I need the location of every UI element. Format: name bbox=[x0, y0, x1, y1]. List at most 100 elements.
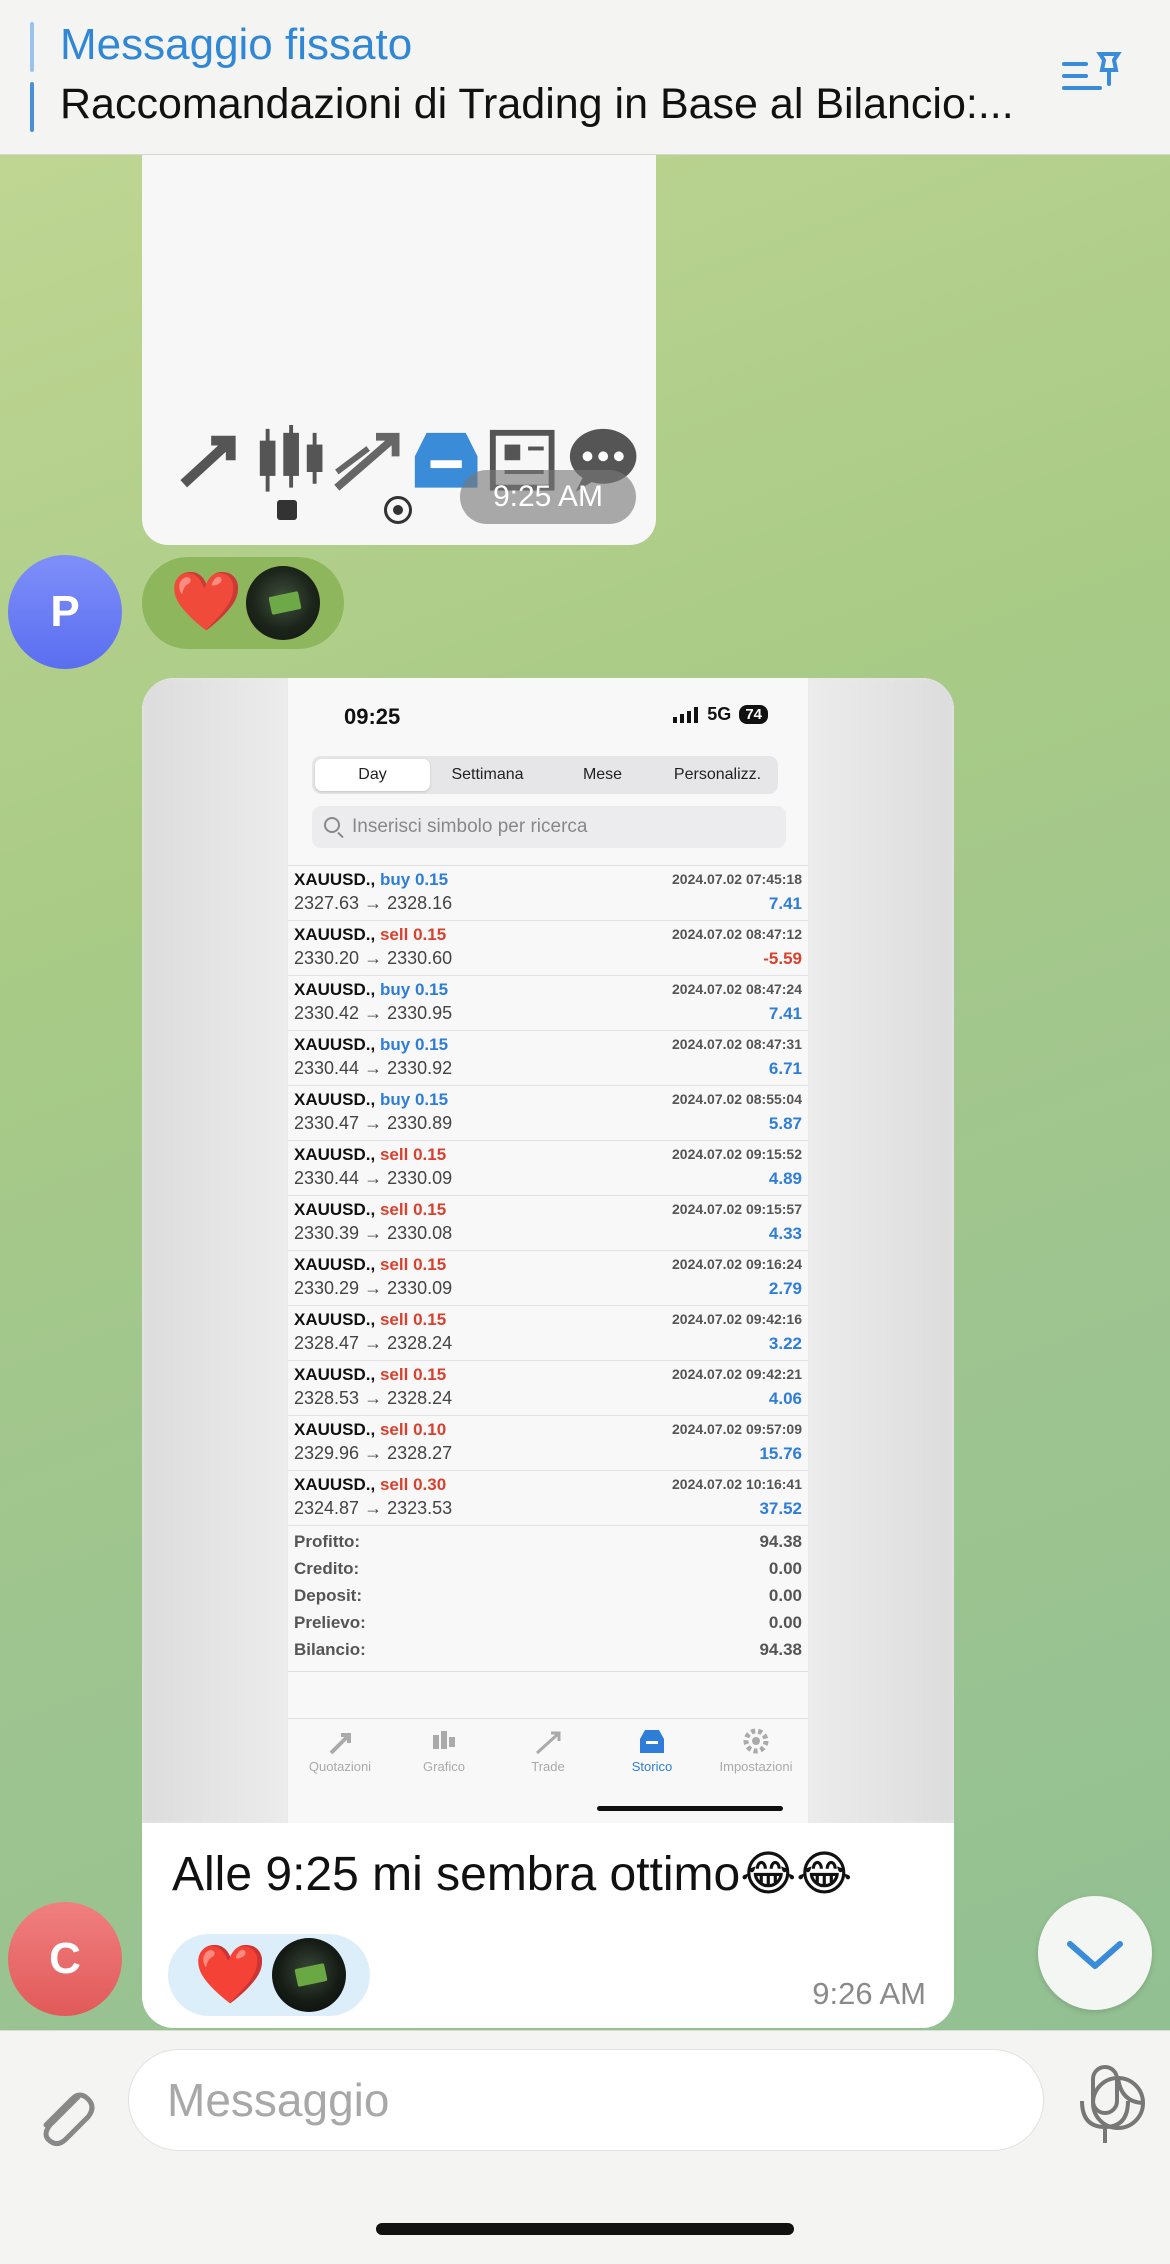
trade-side: sell bbox=[379, 1200, 409, 1219]
pinned-text: Raccomandazioni di Trading in Base al Bi… bbox=[60, 80, 1014, 128]
trade-row: XAUUSD., buy 0.15 2327.63 → 2328.16 2024.0… bbox=[288, 866, 808, 921]
trade-symbol: XAUUSD., buy 0.15 bbox=[294, 980, 449, 999]
tab-label: Quotazioni bbox=[308, 1759, 372, 1774]
trade-volume: 0.15 bbox=[414, 1090, 449, 1109]
image-message[interactable]: 09:25 5G 74 Day Settimana Mese Personali… bbox=[142, 678, 954, 2028]
trade-prices: 2329.96 → 2328.27 bbox=[294, 1443, 453, 1463]
trade-prices: 2330.47 → 2330.89 bbox=[294, 1113, 453, 1133]
trade-side: sell bbox=[379, 1255, 409, 1274]
trade-prices: 2330.39 → 2330.08 bbox=[294, 1223, 453, 1243]
trade-volume: 0.15 bbox=[413, 1365, 447, 1384]
trade-datetime: 2024.07.02 09:15:57 bbox=[672, 1201, 802, 1217]
summary-row: Bilancio: 94.38 bbox=[288, 1638, 808, 1665]
pinned-title: Messaggio fissato bbox=[60, 20, 413, 69]
trade-side: buy bbox=[379, 980, 411, 999]
summary-value: 0.00 bbox=[768, 1613, 802, 1632]
trade-profit: -5.59 bbox=[763, 949, 802, 968]
trade-profit: 6.71 bbox=[768, 1059, 802, 1078]
trade-profit: 3.22 bbox=[768, 1334, 802, 1353]
tab-label: Impostazioni bbox=[719, 1759, 793, 1774]
trade-side: sell bbox=[379, 1475, 409, 1494]
summary-value: 94.38 bbox=[759, 1640, 802, 1659]
search-placeholder: Inserisci simbolo per ricerca bbox=[352, 816, 588, 837]
tab-storico: Storico bbox=[600, 1719, 704, 1798]
blurred-edge-right bbox=[808, 678, 954, 1823]
reaction-pill[interactable]: ❤️ bbox=[168, 1934, 370, 2016]
trade-datetime: 2024.07.02 09:57:09 bbox=[672, 1421, 802, 1437]
segment-month: Mese bbox=[582, 766, 623, 783]
trade-symbol: XAUUSD., sell 0.15 bbox=[294, 1365, 447, 1384]
trade-datetime: 2024.07.02 09:15:52 bbox=[672, 1146, 802, 1162]
message-time: 9:25 AM bbox=[460, 470, 636, 524]
trade-row: XAUUSD., sell 0.30 2324.87 → 2323.53 2024.… bbox=[288, 1471, 808, 1526]
scroll-down-button[interactable] bbox=[1038, 1896, 1152, 2010]
message-input-wrapper[interactable] bbox=[128, 2049, 1145, 2151]
segment-custom: Personalizz. bbox=[673, 766, 762, 783]
avatar[interactable]: P bbox=[8, 555, 122, 669]
microphone-icon[interactable] bbox=[1070, 2061, 1140, 2151]
trade-symbol: XAUUSD., sell 0.15 bbox=[294, 1145, 447, 1164]
pinned-indicator bbox=[30, 22, 34, 72]
chevron-down-icon bbox=[1067, 1941, 1123, 1969]
tab-trade: Trade bbox=[496, 1719, 600, 1798]
composer bbox=[0, 2030, 1170, 2264]
trade-volume: 0.15 bbox=[413, 925, 447, 944]
trade-volume: 0.15 bbox=[413, 1310, 447, 1329]
trade-symbol: XAUUSD., sell 0.10 bbox=[294, 1420, 447, 1439]
trade-datetime: 2024.07.02 08:47:12 bbox=[672, 926, 802, 942]
trade-volume: 0.15 bbox=[413, 1145, 447, 1164]
summary-row: Prelievo: 0.00 bbox=[288, 1611, 808, 1638]
trade-profit: 4.89 bbox=[768, 1169, 802, 1188]
image-message-top[interactable]: 9:25 AM bbox=[142, 155, 656, 545]
status-right: 5G 74 bbox=[673, 704, 768, 725]
avatar[interactable]: C bbox=[8, 1902, 122, 2016]
trade-prices: 2327.63 → 2328.16 bbox=[294, 893, 453, 913]
trade-row: XAUUSD., buy 0.15 2330.42 → 2330.95 2024.0… bbox=[288, 976, 808, 1031]
search-icon bbox=[324, 817, 340, 833]
trade-symbol: XAUUSD., sell 0.15 bbox=[294, 1310, 447, 1329]
trade-row: XAUUSD., sell 0.15 2330.44 → 2330.09 2024.… bbox=[288, 1141, 808, 1196]
pinned-list-icon[interactable] bbox=[1060, 50, 1126, 102]
trade-symbol: XAUUSD., buy 0.15 bbox=[294, 1035, 449, 1054]
trade-prices: 2330.44 → 2330.09 bbox=[294, 1168, 453, 1188]
phone-screen: 09:25 5G 74 Day Settimana Mese Personali… bbox=[288, 678, 808, 1823]
trade-datetime: 2024.07.02 09:16:24 bbox=[672, 1256, 802, 1272]
trade-symbol: XAUUSD., buy 0.15 bbox=[294, 1090, 449, 1109]
trade-prices: 2324.87 → 2323.53 bbox=[294, 1498, 453, 1518]
pinned-indicator-active bbox=[30, 82, 34, 132]
tab-quotazioni: Quotazioni bbox=[288, 1719, 392, 1798]
trade-volume: 0.15 bbox=[414, 870, 449, 889]
tab-grafico: Grafico bbox=[392, 1719, 496, 1798]
attach-icon[interactable] bbox=[30, 2077, 100, 2157]
status-time: 09:25 bbox=[344, 704, 401, 729]
summary-label: Prelievo: bbox=[294, 1613, 366, 1632]
pinned-message-bar[interactable]: Messaggio fissato Raccomandazioni di Tra… bbox=[0, 0, 1170, 155]
trade-row: XAUUSD., sell 0.10 2329.96 → 2328.27 2024.… bbox=[288, 1416, 808, 1471]
reactor-avatar bbox=[272, 1938, 346, 2012]
trade-side: sell bbox=[379, 1145, 409, 1164]
trade-symbol: XAUUSD., sell 0.15 bbox=[294, 1200, 447, 1219]
trade-prices: 2328.47 → 2328.24 bbox=[294, 1333, 453, 1353]
summary-value: 0.00 bbox=[768, 1559, 802, 1578]
trade-side: buy bbox=[379, 1035, 411, 1054]
home-indicator bbox=[376, 2223, 794, 2235]
summary-value: 94.38 bbox=[759, 1532, 802, 1551]
reaction-pill[interactable]: ❤️ bbox=[142, 557, 344, 649]
segment-week: Settimana bbox=[451, 766, 524, 783]
message-input[interactable] bbox=[167, 2070, 927, 2130]
trade-volume: 0.10 bbox=[413, 1420, 447, 1439]
trade-side: sell bbox=[379, 1420, 409, 1439]
quotes-icon bbox=[180, 435, 236, 488]
symbol-search: Inserisci simbolo per ricerca bbox=[312, 806, 786, 848]
trade-datetime: 2024.07.02 08:55:04 bbox=[672, 1091, 802, 1107]
trade-history-screenshot[interactable]: 09:25 5G 74 Day Settimana Mese Personali… bbox=[142, 678, 954, 1823]
summary-label: Bilancio: bbox=[294, 1640, 366, 1659]
message-text: Alle 9:25 mi sembra ottimo😂😂 bbox=[172, 1848, 853, 1901]
chart-icon bbox=[433, 1731, 455, 1749]
trade-profit: 37.52 bbox=[759, 1499, 802, 1518]
trade-row: XAUUSD., sell 0.15 2328.47 → 2328.24 2024.… bbox=[288, 1306, 808, 1361]
trade-profit: 4.06 bbox=[768, 1389, 802, 1408]
summary-label: Credito: bbox=[294, 1559, 360, 1578]
trade-row: XAUUSD., buy 0.15 2330.44 → 2330.92 2024.0… bbox=[288, 1031, 808, 1086]
network-label: 5G bbox=[707, 704, 732, 724]
